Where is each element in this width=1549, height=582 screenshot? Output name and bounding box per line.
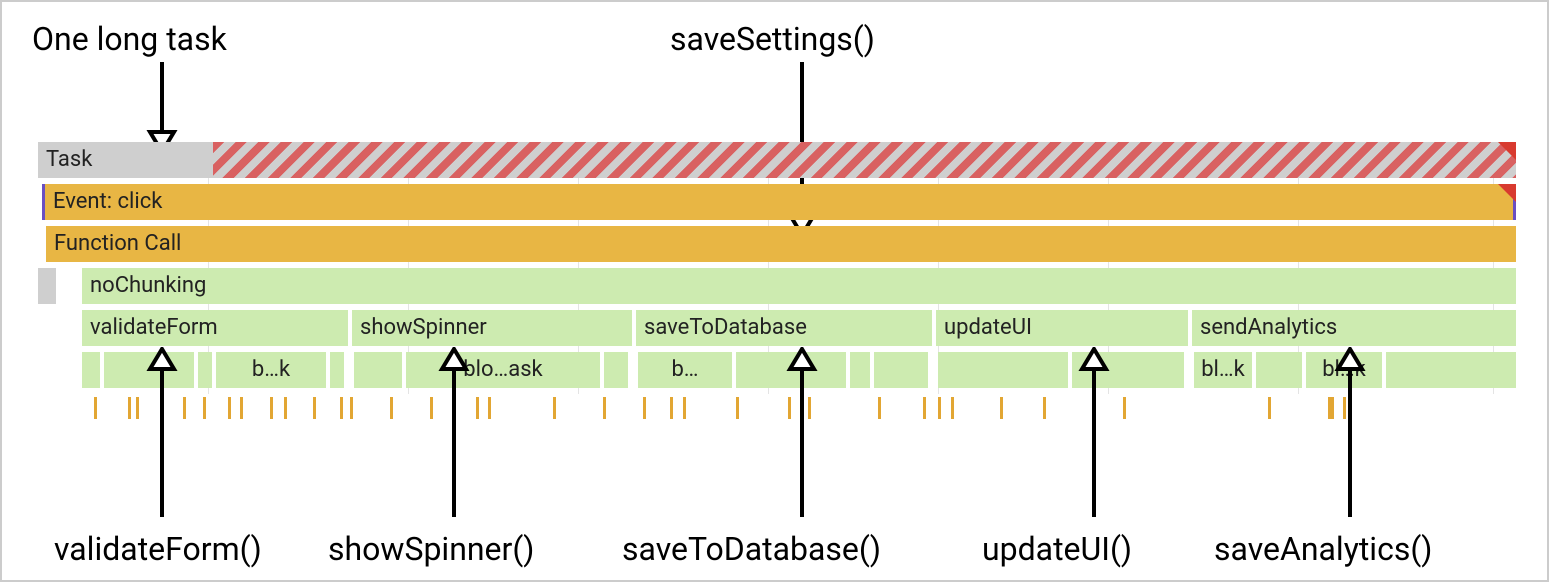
- annotation-saveanalytics: saveAnalytics(): [1214, 530, 1432, 568]
- event-row[interactable]: Event: click: [38, 184, 1516, 220]
- subblock-labeled[interactable]: bl…k: [1194, 352, 1252, 388]
- function-call-bar[interactable]: Function Call: [46, 226, 1516, 262]
- long-task-marker-icon: [1498, 142, 1516, 160]
- task-bar-blocked[interactable]: [213, 142, 1516, 178]
- annotation-savetodatabase: saveToDatabase(): [622, 530, 881, 568]
- subblock[interactable]: [1256, 352, 1302, 388]
- subblock[interactable]: [604, 352, 628, 388]
- function-call-row[interactable]: Function Call: [38, 226, 1516, 262]
- annotation-one-long-task: One long task: [32, 20, 227, 58]
- task-bar-gray[interactable]: Task: [38, 142, 213, 178]
- subblock-labeled[interactable]: b…: [638, 352, 732, 388]
- annotation-save-settings: saveSettings(): [670, 20, 875, 58]
- long-task-marker-icon: [1498, 184, 1516, 202]
- arrow-up-icon: [1074, 347, 1114, 517]
- flame-chart: Task Event: click Function Call noChunki…: [38, 142, 1516, 394]
- annotation-validateform: validateForm(): [54, 530, 262, 568]
- annotation-showspinner: showSpinner(): [328, 530, 534, 568]
- sendanalytics-bar[interactable]: sendAnalytics: [1192, 310, 1516, 346]
- task-row[interactable]: Task: [38, 142, 1516, 178]
- subblock[interactable]: [850, 352, 870, 388]
- showspinner-bar[interactable]: showSpinner: [352, 310, 632, 346]
- subblock[interactable]: [874, 352, 928, 388]
- functions-row: validateForm showSpinner saveToDatabase …: [38, 310, 1516, 346]
- subblock[interactable]: [354, 352, 402, 388]
- annotation-updateui: updateUI(): [982, 530, 1132, 568]
- savetodatabase-bar[interactable]: saveToDatabase: [636, 310, 932, 346]
- event-click-bar[interactable]: Event: click: [42, 184, 1516, 220]
- subblock[interactable]: [938, 352, 1068, 388]
- subblock[interactable]: [198, 352, 212, 388]
- validateform-bar[interactable]: validateForm: [82, 310, 348, 346]
- arrow-up-icon: [782, 347, 822, 517]
- arrow-up-icon: [1330, 347, 1370, 517]
- updateui-bar[interactable]: updateUI: [936, 310, 1188, 346]
- arrow-down-icon: [142, 62, 182, 154]
- tiny-bar[interactable]: [38, 268, 56, 304]
- arrow-up-icon: [142, 347, 182, 517]
- subblock-labeled[interactable]: b…k: [216, 352, 326, 388]
- subblock[interactable]: [1386, 352, 1516, 388]
- subblock[interactable]: [330, 352, 344, 388]
- subblock[interactable]: [82, 352, 100, 388]
- nochunking-bar[interactable]: noChunking: [82, 268, 1516, 304]
- nochunking-row[interactable]: noChunking: [38, 268, 1516, 304]
- subblocks-row: b…k blo…ask b… bl…k bl…k: [38, 352, 1516, 388]
- arrow-up-icon: [434, 347, 474, 517]
